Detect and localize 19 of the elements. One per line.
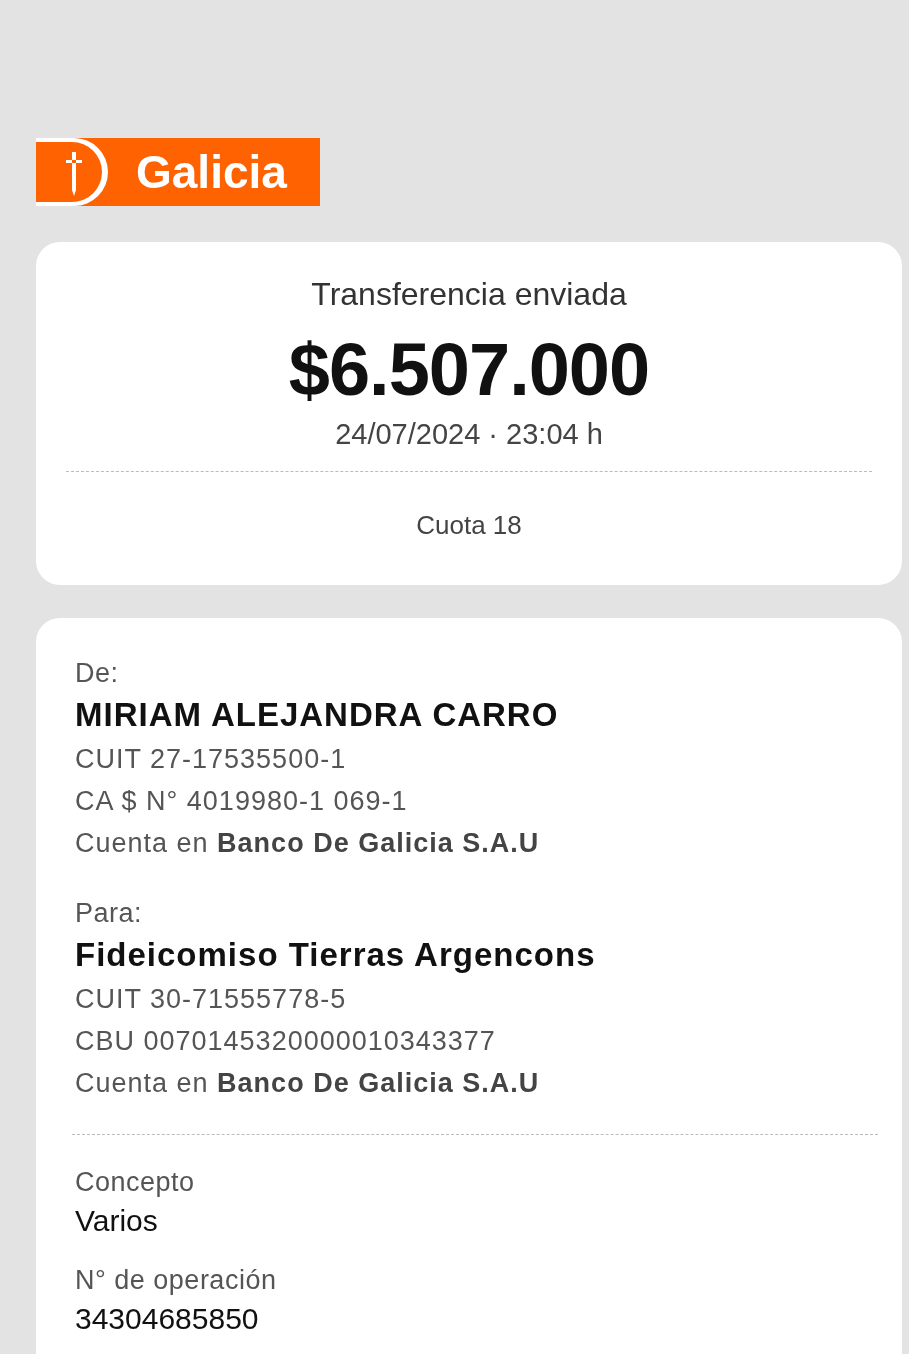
transfer-note: Cuota 18 (416, 510, 522, 541)
field-label: N° de operación (75, 1264, 278, 1297)
party-name: Fideicomiso Tierras Argencons (75, 935, 597, 975)
party-detail: CUIT 27-17535500-1 (75, 743, 348, 776)
party-label: Para: (75, 897, 144, 930)
party-detail: Cuenta en Banco De Galicia S.A.U (75, 827, 541, 860)
transfer-amount: $6.507.000 (288, 327, 650, 412)
transfer-title: Transferencia enviada (311, 276, 627, 313)
transfer-datetime: 24/07/2024 · 23:04 h (335, 418, 603, 451)
party-detail: CA $ N° 4019980-1 069-1 (75, 785, 409, 818)
party-name: MIRIAM ALEJANDRA CARRO (75, 695, 560, 735)
party-label: De: (75, 657, 120, 690)
logo-text: Galicia (136, 145, 287, 199)
field-value: Varios (75, 1203, 159, 1239)
party-detail: CUIT 30-71555778-5 (75, 983, 348, 1016)
field-label: Concepto (75, 1166, 196, 1199)
party-detail: Cuenta en Banco De Galicia S.A.U (75, 1067, 541, 1100)
field-value: 34304685850 (75, 1301, 260, 1337)
party-detail: CBU 0070145320000010343377 (75, 1025, 497, 1058)
